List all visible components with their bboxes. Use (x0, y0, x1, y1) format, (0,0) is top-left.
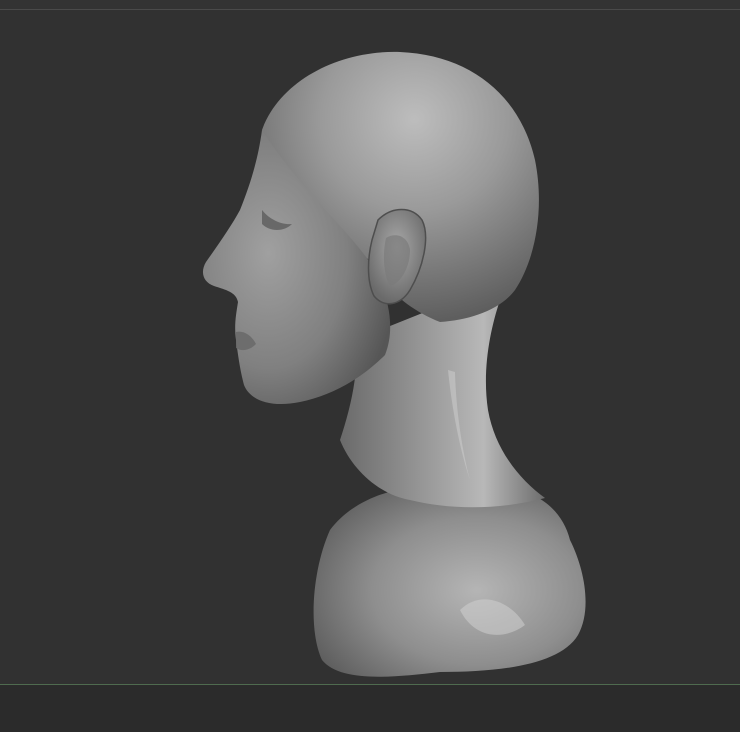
sculpt-app-window (0, 0, 740, 732)
3d-viewport[interactable] (0, 10, 740, 684)
bust-chest (313, 485, 586, 677)
bottom-frame-bar (0, 685, 740, 732)
sculpted-head-model[interactable] (0, 10, 740, 684)
top-frame-bar (0, 0, 740, 10)
